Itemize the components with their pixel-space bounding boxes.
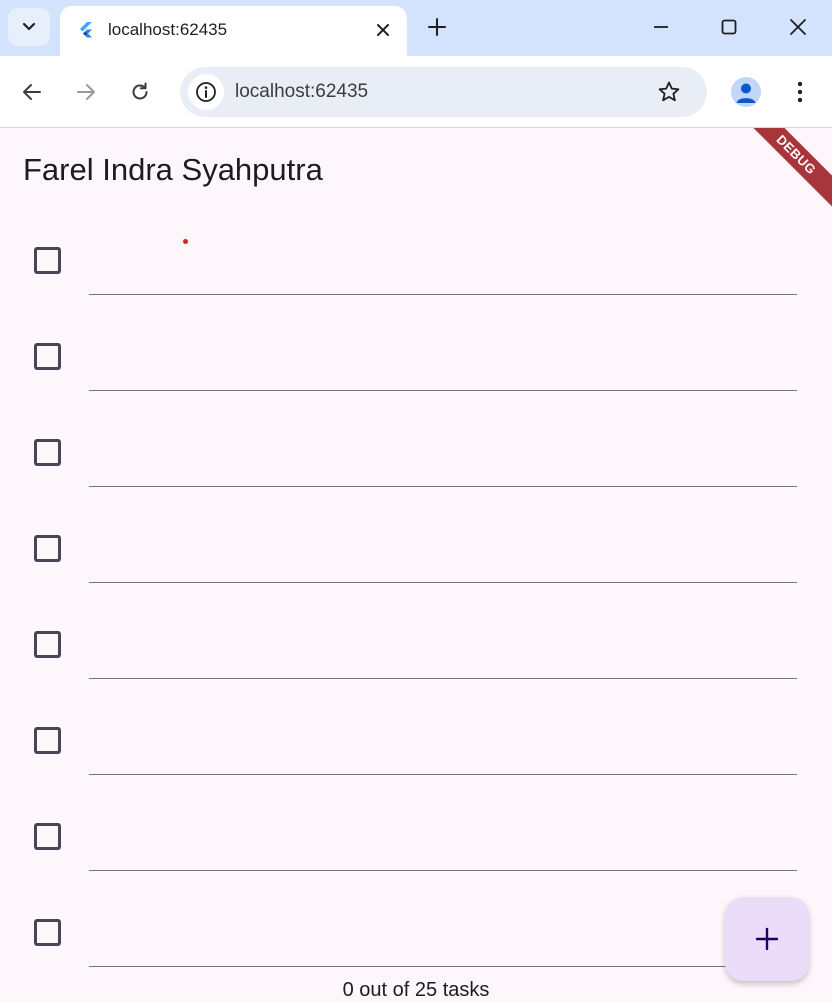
task-text-field[interactable] (89, 900, 797, 967)
profile-button[interactable] (731, 77, 761, 107)
bookmark-button[interactable] (656, 79, 682, 105)
task-checkbox[interactable] (34, 823, 61, 850)
site-info-button[interactable] (188, 74, 224, 110)
task-row (0, 400, 832, 496)
task-row (0, 784, 832, 880)
chevron-down-icon (22, 22, 36, 31)
task-row (0, 880, 832, 976)
maximize-button[interactable] (714, 12, 744, 42)
add-task-button[interactable] (725, 897, 809, 981)
tab-list-button[interactable] (8, 8, 50, 46)
reload-icon (132, 82, 148, 100)
window-close-button[interactable] (783, 12, 813, 42)
task-text-field[interactable] (89, 228, 797, 295)
close-icon (377, 24, 389, 36)
task-checkbox[interactable] (34, 919, 61, 946)
task-text-field[interactable] (89, 324, 797, 391)
person-icon (736, 83, 756, 103)
close-icon (790, 19, 806, 35)
arrow-left-icon (23, 84, 41, 100)
task-text-field[interactable] (89, 420, 797, 487)
task-checkbox[interactable] (34, 727, 61, 754)
minimize-button[interactable] (646, 12, 676, 42)
task-checkbox[interactable] (34, 247, 61, 274)
task-row (0, 208, 832, 304)
minimize-icon (654, 26, 668, 28)
back-button[interactable] (14, 74, 50, 110)
task-text-field[interactable] (89, 804, 797, 871)
tab-title: localhost:62435 (108, 20, 228, 39)
task-checkbox[interactable] (34, 439, 61, 466)
kebab-menu-icon (797, 81, 803, 103)
forward-button[interactable] (68, 74, 104, 110)
url-text[interactable]: localhost:62435 (235, 81, 368, 103)
task-row (0, 688, 832, 784)
maximize-icon (721, 19, 737, 35)
task-text-field[interactable] (89, 612, 797, 679)
task-list (0, 208, 832, 976)
plus-icon (428, 18, 446, 36)
task-row (0, 304, 832, 400)
arrow-right-icon (77, 84, 95, 100)
app-viewport: Farel Indra Syahputra DEBUG 0 out of 25 … (0, 128, 832, 1003)
cursor-dot (183, 239, 188, 244)
tab-close-button[interactable] (370, 17, 396, 43)
star-icon (658, 81, 680, 102)
task-checkbox[interactable] (34, 535, 61, 562)
flutter-icon (80, 22, 92, 38)
new-tab-button[interactable] (424, 14, 450, 40)
reload-button[interactable] (122, 74, 158, 110)
plus-icon (755, 927, 779, 951)
task-row (0, 496, 832, 592)
task-row (0, 592, 832, 688)
browser-tab[interactable]: localhost:62435 (60, 6, 407, 56)
task-count-label: 0 out of 25 tasks (342, 979, 490, 1001)
task-checkbox[interactable] (34, 631, 61, 658)
task-text-field[interactable] (89, 516, 797, 583)
address-bar[interactable]: localhost:62435 (180, 67, 707, 117)
browser-menu-button[interactable] (786, 74, 814, 110)
task-text-field[interactable] (89, 708, 797, 775)
task-checkbox[interactable] (34, 343, 61, 370)
debug-banner: DEBUG (738, 128, 832, 213)
browser-tabstrip: localhost:62435 (0, 0, 832, 56)
info-icon (196, 82, 216, 102)
page-title: Farel Indra Syahputra (23, 152, 323, 187)
browser-toolbar: localhost:62435 (0, 56, 832, 128)
